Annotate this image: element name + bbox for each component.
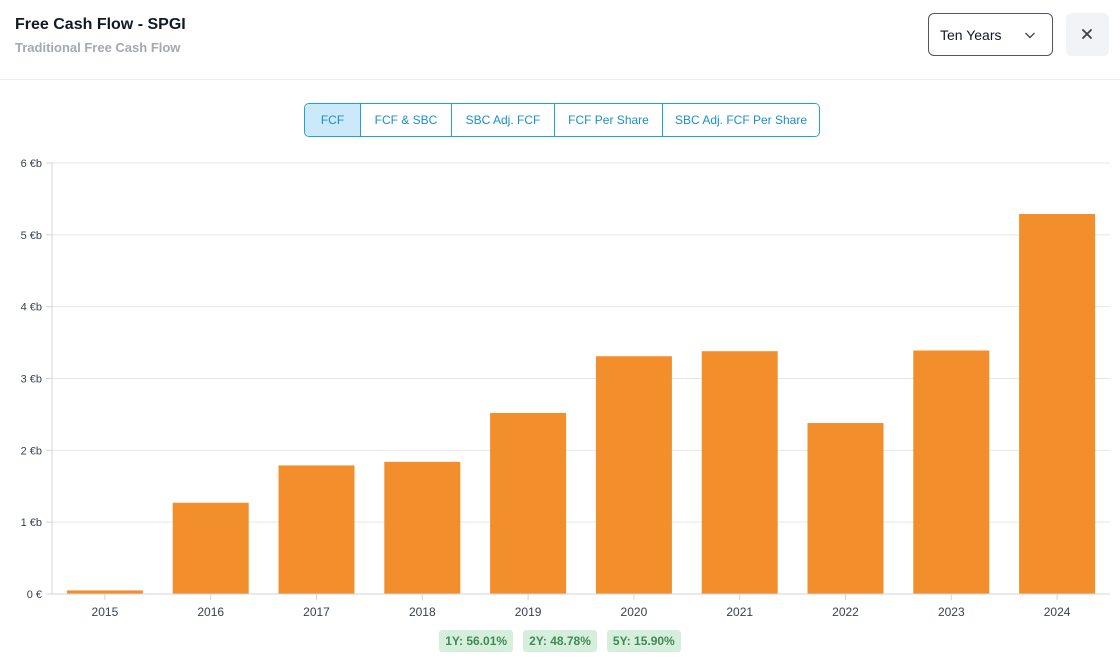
chart-header: Free Cash Flow - SPGI Traditional Free C… bbox=[0, 0, 1120, 80]
y-tick-label: 5 €b bbox=[21, 230, 42, 242]
bar bbox=[384, 461, 461, 594]
x-tick-label: 2019 bbox=[515, 605, 542, 619]
bar bbox=[595, 356, 672, 594]
bar bbox=[278, 465, 355, 594]
growth-badge-2y: 2Y: 48.78% bbox=[523, 630, 597, 652]
chevron-down-icon bbox=[1025, 32, 1035, 39]
bar bbox=[913, 350, 990, 594]
y-tick-label: 2 €b bbox=[21, 445, 42, 457]
x-tick-label: 2020 bbox=[621, 605, 648, 619]
x-tick-label: 2024 bbox=[1044, 605, 1071, 619]
close-button[interactable] bbox=[1066, 13, 1109, 56]
x-tick-label: 2015 bbox=[92, 605, 119, 619]
bar bbox=[66, 590, 143, 594]
x-tick-label: 2016 bbox=[197, 605, 224, 619]
bar bbox=[701, 351, 778, 594]
period-select[interactable]: Ten Years bbox=[928, 13, 1053, 56]
fcf-bar-chart: 0 € 1 €b 2 €b 3 €b 4 €b 5 €b 6 €b 2015 2016 2017 2… bbox=[21, 158, 1110, 619]
bar bbox=[490, 412, 567, 594]
growth-badges: 1Y: 56.01% 2Y: 48.78% 5Y: 15.90% bbox=[0, 630, 1120, 652]
chart-subtitle: Traditional Free Cash Flow bbox=[15, 40, 181, 55]
y-tick-label: 0 € bbox=[27, 589, 42, 601]
y-tick-label: 1 €b bbox=[21, 517, 42, 529]
growth-badge-5y: 5Y: 15.90% bbox=[606, 630, 681, 652]
growth-badge-1y: 1Y: 56.01% bbox=[439, 630, 514, 652]
x-tick-label: 2017 bbox=[303, 605, 330, 619]
y-tick-label: 6 €b bbox=[21, 158, 42, 170]
bar bbox=[1019, 214, 1096, 595]
tab-sbc-adj-fcf-per-share[interactable]: SBC Adj. FCF Per Share bbox=[663, 104, 819, 136]
x-tick-label: 2021 bbox=[726, 605, 753, 619]
close-icon bbox=[1082, 29, 1092, 39]
chart-title: Free Cash Flow - SPGI bbox=[15, 16, 186, 33]
x-tick-label: 2022 bbox=[832, 605, 859, 619]
tab-fcf-and-sbc[interactable]: FCF & SBC bbox=[361, 104, 452, 136]
x-tick-label: 2023 bbox=[938, 605, 965, 619]
tab-fcf[interactable]: FCF bbox=[305, 104, 361, 136]
tab-fcf-per-share[interactable]: FCF Per Share bbox=[555, 104, 663, 136]
metric-tabs: FCF FCF & SBC SBC Adj. FCF FCF Per Share… bbox=[304, 103, 820, 137]
tab-sbc-adj-fcf[interactable]: SBC Adj. FCF bbox=[452, 104, 555, 136]
y-tick-label: 3 €b bbox=[21, 374, 42, 386]
bar bbox=[807, 423, 884, 594]
bar bbox=[172, 502, 249, 594]
y-tick-label: 4 €b bbox=[21, 302, 42, 314]
x-tick-label: 2018 bbox=[409, 605, 436, 619]
period-select-value: Ten Years bbox=[940, 27, 1002, 43]
